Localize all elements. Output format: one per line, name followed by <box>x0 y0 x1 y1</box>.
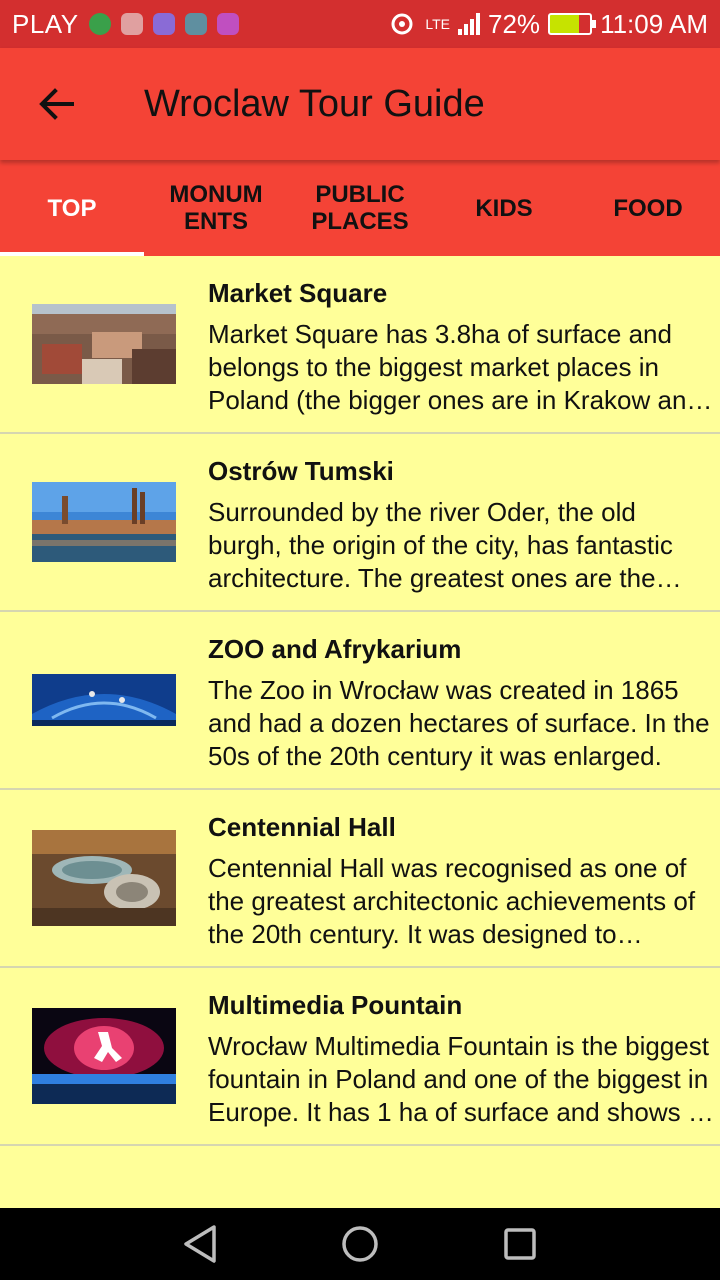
place-thumbnail <box>32 674 176 726</box>
list-item[interactable]: Multimedia Pountain Wrocław Multimedia F… <box>0 968 720 1146</box>
place-thumbnail <box>32 482 176 562</box>
signal-icon <box>458 13 481 35</box>
status-left: PLAY <box>12 9 239 40</box>
arrow-back-icon <box>39 88 74 120</box>
item-description: Wrocław Multimedia Fountain is the bigge… <box>208 1031 710 1127</box>
nav-back-button[interactable] <box>170 1214 230 1274</box>
tab-monuments[interactable]: MONUM ENTS <box>144 160 288 256</box>
network-type-label: LTE <box>425 16 451 32</box>
square-recents-icon <box>504 1228 536 1260</box>
app-screen: PLAY LTE 72% 11:09 AM Wroclaw Tour Guide… <box>0 0 720 1280</box>
item-title: Ostrów Tumski <box>208 456 394 486</box>
tab-food[interactable]: FOOD <box>576 160 720 256</box>
globe-icon <box>88 13 111 35</box>
status-right: LTE 72% 11:09 AM <box>387 9 708 40</box>
item-description: Surrounded by the river Oder, the old bu… <box>208 497 673 593</box>
tab-public-places[interactable]: PUBLIC PLACES <box>288 160 432 256</box>
android-icon <box>184 13 207 35</box>
list-item[interactable]: Market Square Market Square has 3.8ha of… <box>0 256 720 434</box>
battery-percent: 72% <box>488 8 541 39</box>
item-text: Multimedia Pountain Wrocław Multimedia F… <box>208 988 720 1129</box>
item-text: Ostrów Tumski Surrounded by the river Od… <box>208 454 720 595</box>
tab-label: MONUM ENTS <box>169 181 263 235</box>
place-thumbnail <box>32 830 176 926</box>
places-list: Market Square Market Square has 3.8ha of… <box>0 256 720 1146</box>
list-item[interactable]: Centennial Hall Centennial Hall was reco… <box>0 790 720 968</box>
item-description: The Zoo in Wrocław was created in 1865 a… <box>208 675 710 771</box>
tab-label: FOOD <box>613 194 683 222</box>
item-title: ZOO and Afrykarium <box>208 634 462 664</box>
tab-kids[interactable]: KIDS <box>432 160 576 256</box>
gallery-icon <box>216 13 239 35</box>
triangle-back-icon <box>184 1225 216 1263</box>
hotspot-icon <box>391 13 413 35</box>
app-bar: Wroclaw Tour Guide <box>0 48 720 160</box>
item-title: Market Square <box>208 278 388 308</box>
circle-home-icon <box>342 1226 378 1262</box>
back-button[interactable] <box>0 48 112 160</box>
tab-top[interactable]: TOP <box>0 160 144 256</box>
nav-recents-button[interactable] <box>490 1214 550 1274</box>
item-title: Centennial Hall <box>208 812 396 842</box>
status-time: 11:09 AM <box>600 8 708 39</box>
carrier-label: PLAY <box>12 8 79 39</box>
item-text: Market Square Market Square has 3.8ha of… <box>208 276 720 417</box>
place-thumbnail <box>32 304 176 384</box>
tab-label: PUBLIC PLACES <box>311 181 409 235</box>
status-bar: PLAY LTE 72% 11:09 AM <box>0 0 720 48</box>
item-description: Market Square has 3.8ha of surface and b… <box>208 319 701 415</box>
item-text: Centennial Hall Centennial Hall was reco… <box>208 810 720 951</box>
system-nav-bar <box>0 1208 720 1280</box>
tab-label: TOP <box>47 194 97 222</box>
place-thumbnail <box>32 1008 176 1104</box>
tab-label: KIDS <box>475 194 533 222</box>
item-description: Centennial Hall was recognised as one of… <box>208 853 696 949</box>
app-title: Wroclaw Tour Guide <box>144 82 485 125</box>
tab-bar: TOP MONUM ENTS PUBLIC PLACES KIDS FOOD <box>0 160 720 256</box>
list-item[interactable]: ZOO and Afrykarium The Zoo in Wrocław wa… <box>0 612 720 790</box>
sync-app-icon <box>152 13 175 35</box>
item-title: Multimedia Pountain <box>208 990 463 1020</box>
nav-home-button[interactable] <box>330 1214 390 1274</box>
item-text: ZOO and Afrykarium The Zoo in Wrocław wa… <box>208 632 720 773</box>
mail-icon <box>120 13 143 35</box>
list-item[interactable]: Ostrów Tumski Surrounded by the river Od… <box>0 434 720 612</box>
battery-icon <box>548 13 597 35</box>
